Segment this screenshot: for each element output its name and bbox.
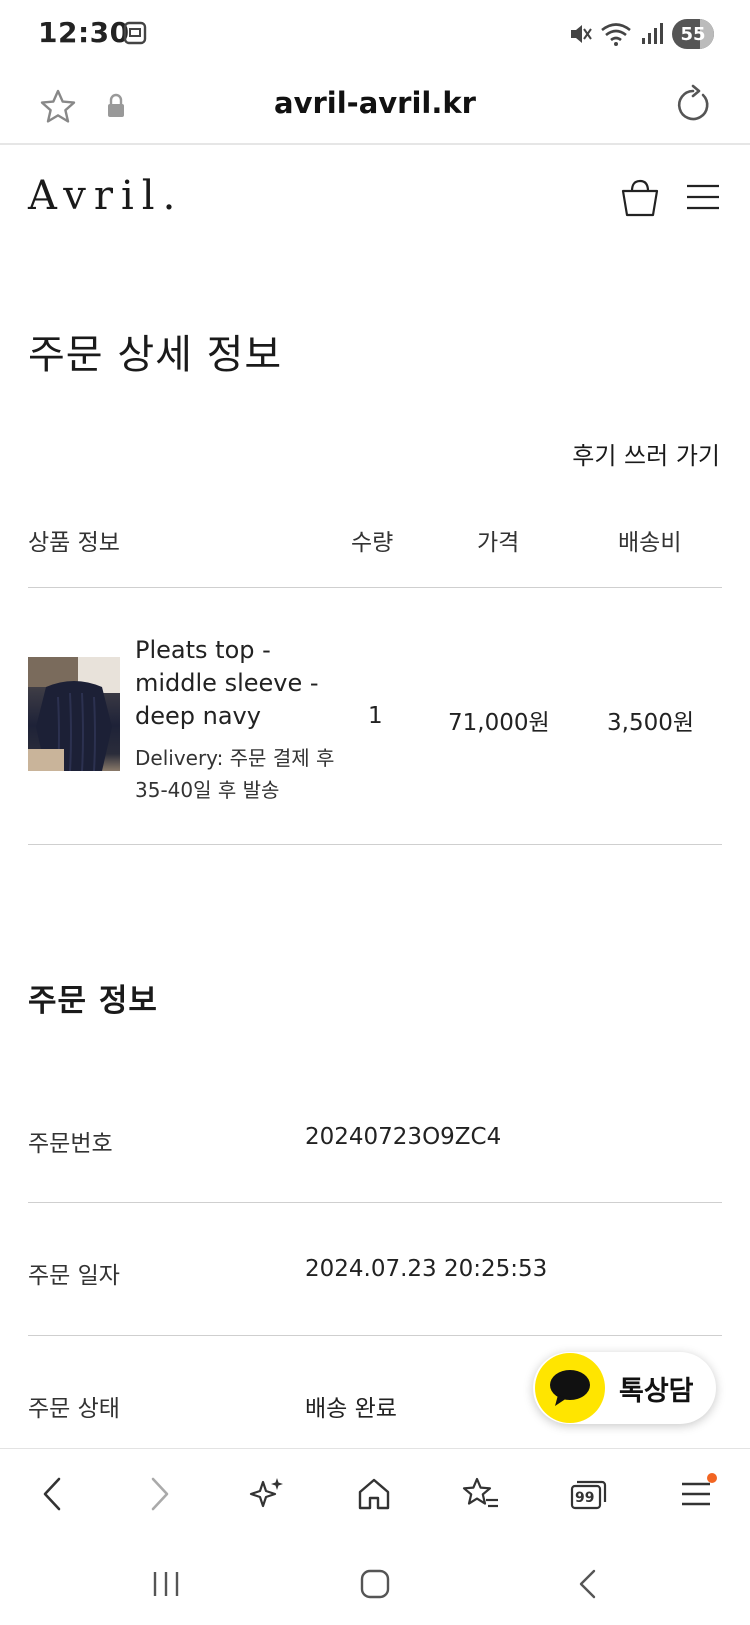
table-divider <box>28 844 722 845</box>
order-info-title: 주문 정보 <box>28 983 158 1019</box>
signal-icon <box>642 23 663 44</box>
forward-button[interactable] <box>135 1469 185 1519</box>
info-divider <box>28 1335 722 1336</box>
site-logo[interactable]: Avril. <box>28 173 183 219</box>
write-review-link[interactable]: 후기 쓰러 가기 <box>572 436 720 471</box>
tabs-count: 99 <box>575 1490 595 1506</box>
product-image[interactable] <box>28 657 120 771</box>
screenshot-icon <box>123 21 147 45</box>
recent-apps-icon <box>153 1572 179 1596</box>
order-date-value: 2024.07.23 20:25:53 <box>305 1256 548 1282</box>
header-quantity: 수량 <box>351 530 394 556</box>
tabs-button[interactable]: 99 <box>563 1469 613 1519</box>
browser-menu-button[interactable] <box>671 1469 721 1519</box>
system-home-button[interactable] <box>353 1562 397 1606</box>
back-arrow-icon <box>579 1569 596 1599</box>
product-delivery-note: Delivery: 주문 결제 후 35-40일 후 발송 <box>135 746 335 802</box>
header-shipping: 배송비 <box>618 530 682 556</box>
url-address[interactable]: avril-avril.kr <box>0 86 750 120</box>
hamburger-menu-icon[interactable] <box>686 183 720 211</box>
menu-icon <box>682 1482 710 1506</box>
item-quantity: 1 <box>368 703 383 729</box>
status-icons: 55 <box>568 18 714 50</box>
ai-assistant-button[interactable] <box>242 1469 292 1519</box>
item-price: 71,000원 <box>448 710 550 736</box>
header-price: 가격 <box>477 530 520 556</box>
order-number-value: 20240723O9ZC4 <box>305 1124 502 1150</box>
home-icon <box>358 1478 390 1510</box>
recent-apps-button[interactable] <box>144 1562 188 1606</box>
sparkle-icon <box>249 1478 283 1508</box>
kakao-chat-label: 톡상담 <box>619 1375 694 1407</box>
reload-icon[interactable] <box>672 84 714 126</box>
bookmark-list-icon <box>462 1477 498 1508</box>
status-bar: 12:30 55 <box>0 0 750 70</box>
chevron-left-icon <box>43 1477 61 1511</box>
speech-bubble-icon <box>550 1370 590 1406</box>
table-divider <box>28 587 722 588</box>
page-title: 주문 상세 정보 <box>28 332 283 378</box>
order-status-value: 배송 완료 <box>305 1396 397 1422</box>
mute-icon <box>571 25 592 43</box>
header-product: 상품 정보 <box>28 530 120 556</box>
back-button[interactable] <box>27 1469 77 1519</box>
chevron-right-icon <box>151 1477 169 1511</box>
battery-icon: 55 <box>672 19 714 49</box>
bookmarks-button[interactable] <box>456 1469 506 1519</box>
info-divider <box>28 1202 722 1203</box>
home-square-icon <box>360 1569 390 1599</box>
order-number-label: 주문번호 <box>28 1131 113 1157</box>
system-nav-bar <box>0 1540 750 1625</box>
notification-dot <box>707 1473 717 1483</box>
product-name[interactable]: Pleats top - middle sleeve - deep navy <box>135 634 335 733</box>
item-shipping-fee: 3,500원 <box>607 710 695 736</box>
home-button[interactable] <box>349 1469 399 1519</box>
kakao-chat-circle <box>535 1353 605 1423</box>
shopping-bag-icon[interactable] <box>620 177 660 219</box>
url-bar: avril-avril.kr <box>0 70 750 145</box>
order-status-label: 주문 상태 <box>28 1396 120 1422</box>
status-time: 12:30 <box>38 16 130 49</box>
system-back-button[interactable] <box>565 1562 609 1606</box>
site-header: Avril. <box>0 147 750 247</box>
browser-bottom-nav: 99 <box>0 1448 750 1540</box>
kakao-chat-button[interactable]: 톡상담 <box>533 1352 716 1424</box>
order-date-label: 주문 일자 <box>28 1263 120 1289</box>
wifi-icon <box>601 23 631 46</box>
